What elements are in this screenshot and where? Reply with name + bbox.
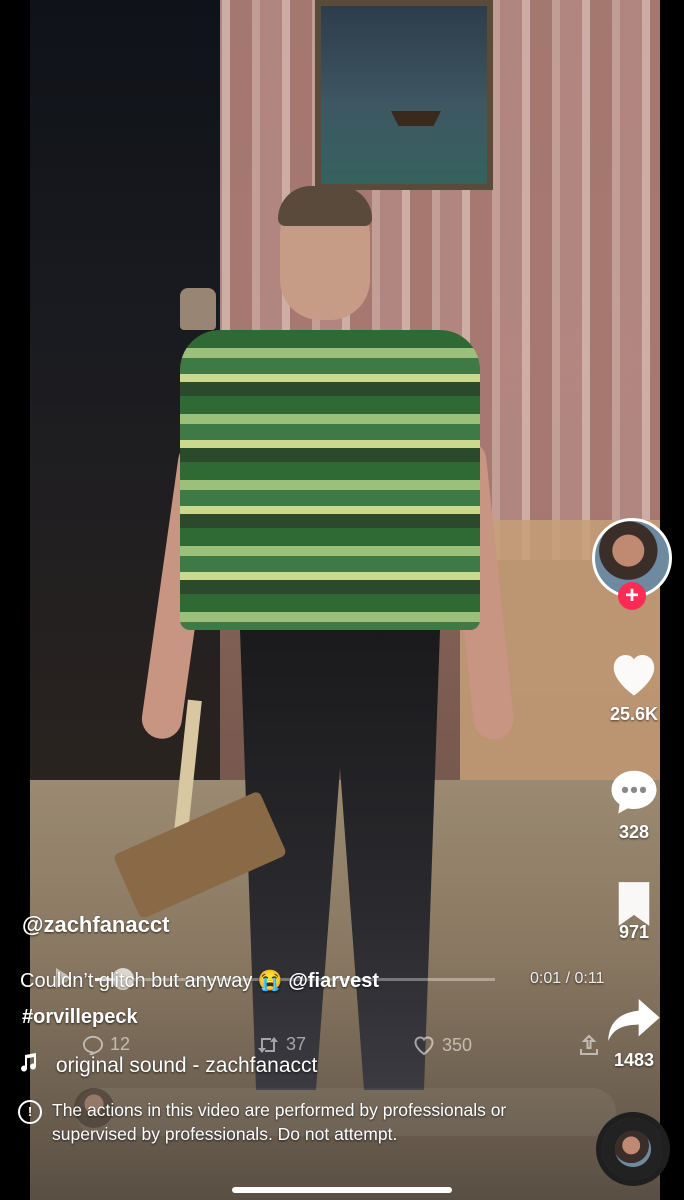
person-shirt — [180, 330, 480, 630]
caption-text: Couldn’t glitch but anyway — [20, 970, 253, 992]
upload-icon — [580, 1034, 598, 1055]
caption-hashtag[interactable]: #orvillepeck — [22, 1006, 138, 1029]
sound-record-disc[interactable] — [602, 1118, 664, 1180]
time-readout: 0:01 / 0:11 — [530, 970, 605, 987]
comment-action[interactable]: 328 — [586, 766, 682, 843]
bookmark-icon[interactable] — [611, 880, 657, 928]
music-note-icon — [20, 1052, 40, 1078]
sound-cover-avatar — [615, 1131, 651, 1167]
video-player-screen: + 25.6K 328 971 1483 0:01 / 0:11 @zachfa… — [0, 0, 684, 1200]
tweet-like-count: 350 — [442, 1034, 473, 1055]
ship — [391, 111, 441, 126]
comment-count: 328 — [618, 822, 650, 842]
tweet-like-stat[interactable]: 350 — [412, 1034, 472, 1056]
save-action[interactable]: 971 — [586, 880, 682, 943]
ship-painting — [315, 0, 493, 190]
share-arrow-icon[interactable] — [606, 996, 662, 1044]
lamp — [180, 288, 216, 330]
creator-avatar-group[interactable]: + — [592, 518, 676, 610]
share-action[interactable]: 1483 — [586, 996, 682, 1071]
save-count: 971 — [618, 922, 650, 942]
warning-text: The actions in this video are performed … — [52, 1100, 507, 1144]
sound-label: original sound - zachfanacct — [55, 1054, 318, 1077]
safety-warning: ! The actions in this video are performe… — [18, 1098, 558, 1146]
sound-row[interactable]: original sound - zachfanacct — [20, 1052, 317, 1078]
tweet-share-stat[interactable] — [578, 1034, 600, 1056]
share-count: 1483 — [613, 1050, 655, 1070]
caption-emoji: 😭 — [257, 970, 283, 992]
caption-mention[interactable]: @fiarvest — [288, 970, 379, 992]
home-indicator[interactable] — [232, 1187, 452, 1193]
video-caption: Couldn’t glitch but anyway 😭 @fiarvest — [20, 968, 379, 993]
creator-username[interactable]: @zachfanacct — [22, 912, 169, 938]
person-hair — [278, 186, 372, 226]
like-action[interactable]: 25.6K — [586, 648, 682, 725]
info-icon: ! — [18, 1100, 42, 1124]
follow-button[interactable]: + — [618, 582, 646, 610]
heart-outline-icon — [414, 1036, 434, 1056]
comment-icon[interactable] — [607, 766, 661, 816]
heart-icon[interactable] — [607, 648, 661, 698]
like-count: 25.6K — [609, 704, 659, 724]
